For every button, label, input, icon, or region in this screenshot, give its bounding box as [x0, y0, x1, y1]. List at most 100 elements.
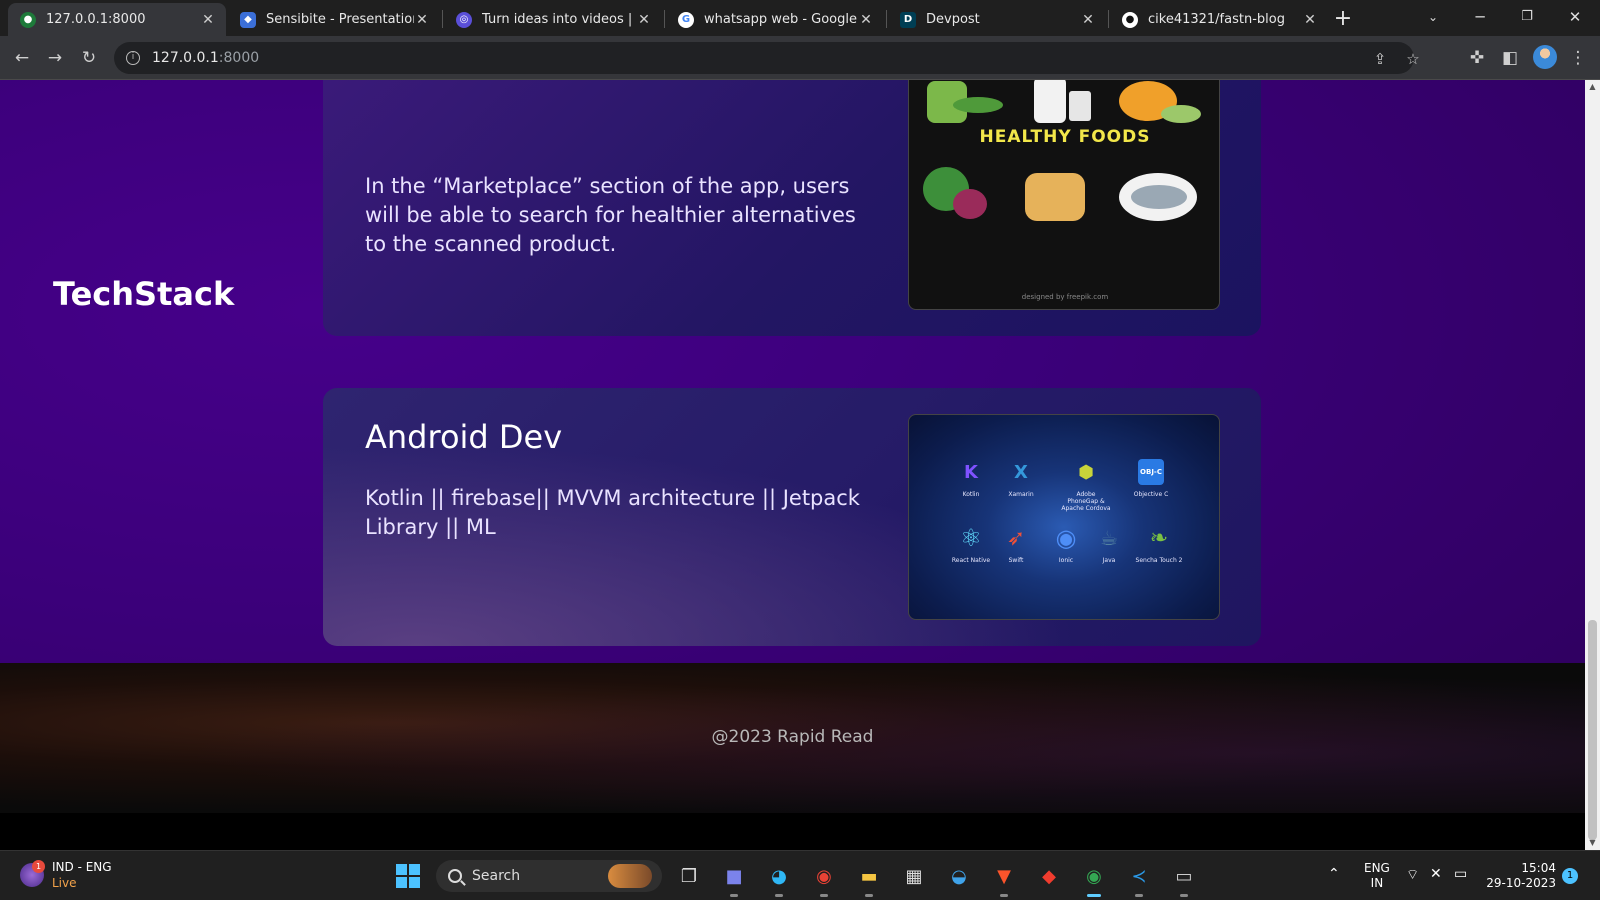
url-host: 127.0.0.1	[152, 50, 219, 66]
google-icon: G	[678, 11, 694, 28]
objective-c-icon: OBJ-C Objective C	[1126, 459, 1176, 498]
extensions-puzzle-icon[interactable]: ✜	[1464, 45, 1490, 71]
card-title: Android Dev	[365, 418, 563, 456]
telegram-app-icon[interactable]: ◒	[944, 861, 974, 891]
task-view-icon[interactable]: ❐	[674, 861, 704, 891]
glyph: X	[1014, 461, 1028, 483]
scrollbar-thumb[interactable]	[1588, 620, 1597, 840]
side-panel-icon[interactable]: ◧	[1497, 45, 1523, 71]
tech-label: React Native	[951, 557, 991, 564]
tab-devpost[interactable]: D Devpost ✕	[888, 3, 1106, 36]
fish-shape	[1131, 185, 1187, 209]
glyph: OBJ-C	[1138, 459, 1164, 485]
milk-carton-shape	[1034, 80, 1066, 123]
window-close-button[interactable]: ✕	[1555, 4, 1595, 30]
git-app-icon[interactable]: ◆	[1034, 861, 1064, 891]
bookmark-star-icon[interactable]: ☆	[1402, 48, 1424, 70]
scroll-up-icon[interactable]: ▲	[1585, 80, 1600, 94]
close-icon[interactable]: ✕	[200, 12, 216, 28]
glyph: ➶	[1006, 525, 1026, 551]
battery-icon[interactable]: ▭	[1454, 866, 1467, 882]
chrome-browser-icon[interactable]: ◉	[1079, 861, 1109, 897]
running-indicator	[1180, 894, 1188, 897]
glyph: ☕	[1100, 526, 1118, 550]
file-explorer-icon[interactable]: ▬	[854, 861, 884, 897]
tab-title: Sensibite - Presentation	[266, 12, 414, 27]
tab-google-search[interactable]: G whatsapp web - Google Se ✕	[666, 3, 884, 36]
site-info-icon[interactable]: i	[126, 51, 140, 65]
card-description: Kotlin || firebase|| MVVM architecture |…	[365, 486, 860, 539]
restore-button[interactable]: ❐	[1507, 4, 1547, 30]
running-indicator	[730, 894, 738, 897]
tab-github[interactable]: ● cike41321/fastn-blog ✕	[1110, 3, 1328, 36]
taskbar-search[interactable]: Search	[436, 860, 662, 892]
widget-badge: 1	[32, 860, 45, 873]
terminal-icon[interactable]: ▭	[1169, 861, 1199, 897]
glyph: ⬢	[1078, 461, 1094, 483]
widget-icon: 1	[20, 860, 45, 887]
browser-toolbar: ← → ↻ i 127.0.0.1 :8000 ⇪ ☆ ✜ ◧ ⋮	[0, 36, 1600, 80]
tab-search-chevron-icon[interactable]: ⌄	[1413, 4, 1453, 30]
close-icon[interactable]: ✕	[858, 12, 874, 28]
tech-label: Java	[1102, 557, 1116, 564]
close-icon[interactable]: ✕	[1302, 12, 1318, 28]
speaker-muted-icon[interactable]: ✕	[1430, 866, 1442, 882]
sencha-touch-icon: ❧ Sencha Touch 2	[1134, 525, 1184, 565]
back-button[interactable]: ←	[9, 45, 35, 71]
minimize-button[interactable]: ─	[1460, 4, 1500, 30]
profile-avatar[interactable]	[1533, 45, 1557, 69]
tab-title: 127.0.0.1:8000	[46, 12, 146, 27]
tab-sensibite[interactable]: ◆ Sensibite - Presentation ✕	[228, 3, 440, 36]
tab-localhost[interactable]: ● 127.0.0.1:8000 ✕	[8, 3, 226, 36]
mobile-tech-image: K Kotlin X Xamarin ⬢ Adobe PhoneGap & Ap…	[908, 414, 1220, 620]
java-icon: ☕ Java	[1084, 525, 1134, 564]
edge-browser-icon[interactable]: ◕	[764, 861, 794, 897]
search-icon	[448, 869, 462, 883]
start-button[interactable]	[393, 861, 423, 891]
scroll-down-icon[interactable]: ▼	[1585, 836, 1600, 850]
menu-kebab-icon[interactable]: ⋮	[1565, 45, 1591, 71]
devpost-icon: D	[900, 11, 916, 28]
clock[interactable]: 15:04 29-10-2023	[1486, 861, 1556, 891]
page-viewport: In the “Marketplace” section of the app,…	[0, 80, 1585, 850]
techstack-card-android: Android Dev Kotlin || firebase|| MVVM ar…	[323, 388, 1261, 646]
xamarin-icon: X Xamarin	[996, 459, 1046, 499]
tab-title: cike41321/fastn-blog	[1148, 12, 1285, 27]
page-scrollbar[interactable]: ▲ ▼	[1585, 80, 1600, 850]
footer-copyright: @2023 Rapid Read	[711, 727, 874, 747]
close-icon[interactable]: ✕	[636, 12, 652, 28]
notification-badge[interactable]: 1	[1562, 868, 1578, 884]
forward-button[interactable]: →	[42, 45, 68, 71]
reload-button[interactable]: ↻	[76, 45, 102, 71]
tab-ai-video[interactable]: ◎ Turn ideas into videos | AI ✕	[444, 3, 662, 36]
tab-separator	[664, 10, 665, 28]
vscode-icon[interactable]: ≺	[1124, 861, 1154, 897]
close-icon[interactable]: ✕	[1080, 12, 1096, 28]
address-bar[interactable]: i 127.0.0.1 :8000 ⇪ ☆	[114, 42, 1420, 74]
tab-strip: ● 127.0.0.1:8000 ✕ ◆ Sensibite - Present…	[0, 0, 1600, 36]
input-language[interactable]: ENG IN	[1364, 861, 1390, 891]
glyph: ❧	[1149, 525, 1169, 551]
news-widget[interactable]: 1 IND - ENG Live	[20, 859, 112, 891]
swift-icon: ➶ Swift	[991, 525, 1041, 565]
close-icon[interactable]: ✕	[414, 12, 430, 28]
share-icon[interactable]: ⇪	[1369, 48, 1391, 70]
windows-taskbar: 1 IND - ENG Live Search ❐ ■ ◕ ◉ ▬ ▦ ◒ ▼ …	[0, 850, 1600, 900]
chrome-profile-icon[interactable]: ◉	[809, 861, 839, 897]
wifi-icon[interactable]: ⌔	[1406, 866, 1419, 884]
windows-logo-icon	[396, 864, 420, 888]
tab-title: Devpost	[926, 12, 980, 27]
healthy-foods-label: HEALTHY FOODS	[979, 127, 1151, 147]
brave-browser-icon[interactable]: ▼	[989, 861, 1019, 897]
healthy-foods-image: HEALTHY FOODS designed by freepik.com	[908, 80, 1220, 310]
cucumber-shape	[953, 97, 1003, 113]
page-bottom-area	[0, 813, 1585, 850]
tech-label: Xamarin	[1008, 491, 1034, 498]
glyph: K	[964, 461, 978, 483]
new-tab-button[interactable]: +	[1330, 6, 1356, 32]
url-port: :8000	[218, 50, 260, 66]
teams-chat-icon[interactable]: ■	[719, 861, 749, 897]
show-hidden-icons-chevron-icon[interactable]: ⌃	[1328, 866, 1340, 882]
microsoft-store-icon[interactable]: ▦	[899, 861, 929, 891]
bowl-shape	[1161, 105, 1201, 123]
